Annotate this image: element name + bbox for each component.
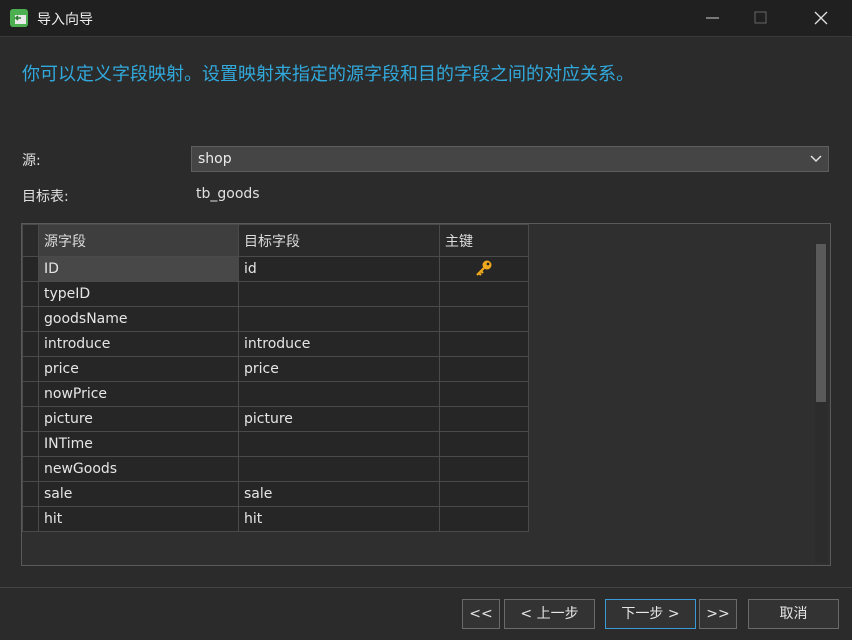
next-step-button[interactable]: 下一步 > (605, 599, 696, 629)
source-field-cell[interactable]: ID (38, 256, 239, 282)
maximize-button[interactable] (738, 0, 784, 36)
row-header[interactable] (22, 381, 39, 407)
close-icon (814, 11, 828, 25)
row-header[interactable] (22, 281, 39, 307)
source-field-cell[interactable]: INTime (38, 431, 239, 457)
instruction-text: 你可以定义字段映射。设置映射来指定的源字段和目的字段之间的对应关系。 (22, 64, 634, 85)
field-mapping-grid[interactable]: 源字段 目标字段 主键 ID id typeID goodsName introduce… (21, 223, 831, 566)
row-header[interactable] (22, 406, 39, 432)
target-field-cell[interactable]: id (238, 256, 440, 282)
row-header[interactable] (22, 456, 39, 482)
source-select-value: shop (198, 151, 232, 167)
primary-key-cell[interactable] (439, 506, 529, 532)
primary-key-cell[interactable] (439, 406, 529, 432)
previous-step-button[interactable]: < 上一步 (504, 599, 595, 629)
title-bar: 导入向导 (0, 0, 852, 37)
first-step-button[interactable]: << (462, 599, 500, 629)
target-field-cell[interactable] (238, 306, 440, 332)
row-header[interactable] (22, 431, 39, 457)
primary-key-cell[interactable] (439, 481, 529, 507)
source-field-cell[interactable]: goodsName (38, 306, 239, 332)
chevron-down-icon (810, 155, 822, 163)
primary-key-cell[interactable] (439, 306, 529, 332)
column-header-source-field[interactable]: 源字段 (38, 224, 239, 257)
target-table-label: 目标表: (22, 189, 69, 205)
column-header-primary-key[interactable]: 主键 (439, 224, 529, 257)
primary-key-cell[interactable] (439, 281, 529, 307)
minimize-button[interactable] (690, 0, 736, 36)
target-field-cell[interactable] (238, 456, 440, 482)
window-title: 导入向导 (37, 12, 93, 28)
scrollbar-thumb[interactable] (816, 244, 826, 402)
grid-row[interactable]: hit hit (22, 506, 529, 532)
source-field-cell[interactable]: sale (38, 481, 239, 507)
target-field-cell[interactable] (238, 381, 440, 407)
column-header-target-field[interactable]: 目标字段 (238, 224, 440, 257)
grid-row[interactable]: ID id (22, 256, 529, 282)
target-field-cell[interactable]: sale (238, 481, 440, 507)
target-table-value: tb_goods (196, 186, 260, 202)
grid-row[interactable]: goodsName (22, 306, 529, 332)
row-header-corner (22, 224, 39, 257)
source-field-cell[interactable]: price (38, 356, 239, 382)
primary-key-cell[interactable] (439, 381, 529, 407)
grid-header-row: 源字段 目标字段 主键 (22, 224, 529, 257)
row-header[interactable] (22, 331, 39, 357)
source-label: 源: (22, 153, 41, 169)
primary-key-cell[interactable] (439, 256, 529, 282)
grid-row[interactable]: introduce introduce (22, 331, 529, 357)
source-field-cell[interactable]: newGoods (38, 456, 239, 482)
vertical-scrollbar[interactable] (815, 244, 827, 563)
row-header[interactable] (22, 306, 39, 332)
import-wizard-icon (10, 9, 28, 27)
grid-row[interactable]: price price (22, 356, 529, 382)
source-select[interactable]: shop (191, 146, 829, 172)
target-field-cell[interactable]: hit (238, 506, 440, 532)
grid-row[interactable]: picture picture (22, 406, 529, 432)
grid-row[interactable]: sale sale (22, 481, 529, 507)
source-field-cell[interactable]: introduce (38, 331, 239, 357)
source-field-cell[interactable]: typeID (38, 281, 239, 307)
row-header[interactable] (22, 356, 39, 382)
minimize-icon (706, 17, 719, 19)
grid-row[interactable]: INTime (22, 431, 529, 457)
primary-key-cell[interactable] (439, 431, 529, 457)
source-field-cell[interactable]: hit (38, 506, 239, 532)
cancel-button[interactable]: 取消 (748, 599, 839, 629)
target-field-cell[interactable]: price (238, 356, 440, 382)
source-field-cell[interactable]: picture (38, 406, 239, 432)
maximize-icon (754, 11, 767, 24)
target-field-cell[interactable] (238, 431, 440, 457)
source-field-cell[interactable]: nowPrice (38, 381, 239, 407)
grid-row[interactable]: newGoods (22, 456, 529, 482)
last-step-button[interactable]: >> (699, 599, 737, 629)
row-header[interactable] (22, 256, 39, 282)
close-button[interactable] (798, 0, 844, 36)
primary-key-cell[interactable] (439, 456, 529, 482)
row-header[interactable] (22, 506, 39, 532)
target-field-cell[interactable]: introduce (238, 331, 440, 357)
grid-row[interactable]: typeID (22, 281, 529, 307)
field-mapping-table: 源字段 目标字段 主键 ID id typeID goodsName introduce… (22, 224, 529, 532)
primary-key-cell[interactable] (439, 356, 529, 382)
target-field-cell[interactable]: picture (238, 406, 440, 432)
row-header[interactable] (22, 481, 39, 507)
key-icon (445, 259, 523, 279)
target-field-cell[interactable] (238, 281, 440, 307)
grid-row[interactable]: nowPrice (22, 381, 529, 407)
wizard-footer: << < 上一步 下一步 > >> 取消 (0, 587, 852, 640)
primary-key-cell[interactable] (439, 331, 529, 357)
